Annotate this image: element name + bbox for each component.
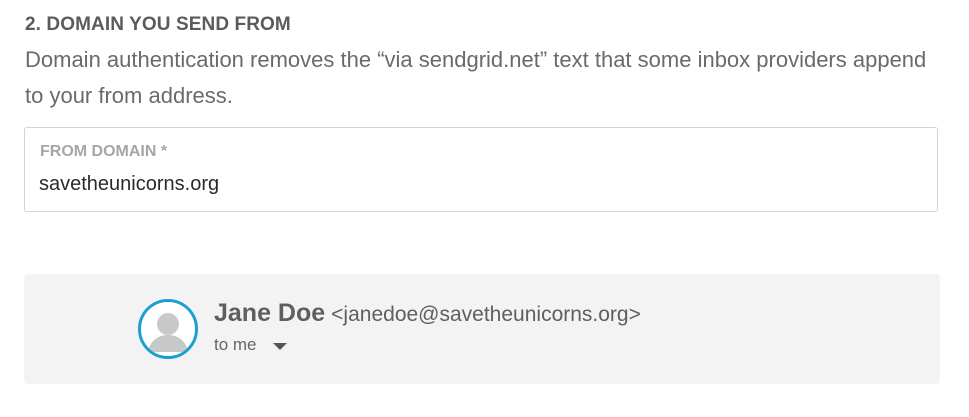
- from-domain-label: FROM DOMAIN *: [40, 143, 168, 160]
- section-title: 2. DOMAIN YOU SEND FROM: [25, 14, 291, 35]
- from-domain-input[interactable]: [39, 170, 899, 198]
- chevron-down-icon[interactable]: [272, 342, 287, 350]
- recipient-label: to me: [214, 335, 257, 354]
- sender-name: Jane Doe: [214, 299, 326, 327]
- section-description: Domain authentication removes the “via s…: [25, 47, 927, 108]
- domain-section: 2. DOMAIN YOU SEND FROM Domain authentic…: [25, 12, 940, 114]
- from-domain-field[interactable]: FROM DOMAIN *: [24, 127, 938, 212]
- email-preview: Jane Doe <janedoe@savetheunicorns.org> to…: [24, 274, 940, 384]
- sender-line: Jane Doe <janedoe@savetheunicorns.org>: [214, 298, 641, 332]
- person-avatar-icon: [138, 299, 198, 359]
- recipient-toggle[interactable]: to me: [214, 333, 287, 357]
- sender-email: <janedoe@savetheunicorns.org>: [331, 303, 641, 326]
